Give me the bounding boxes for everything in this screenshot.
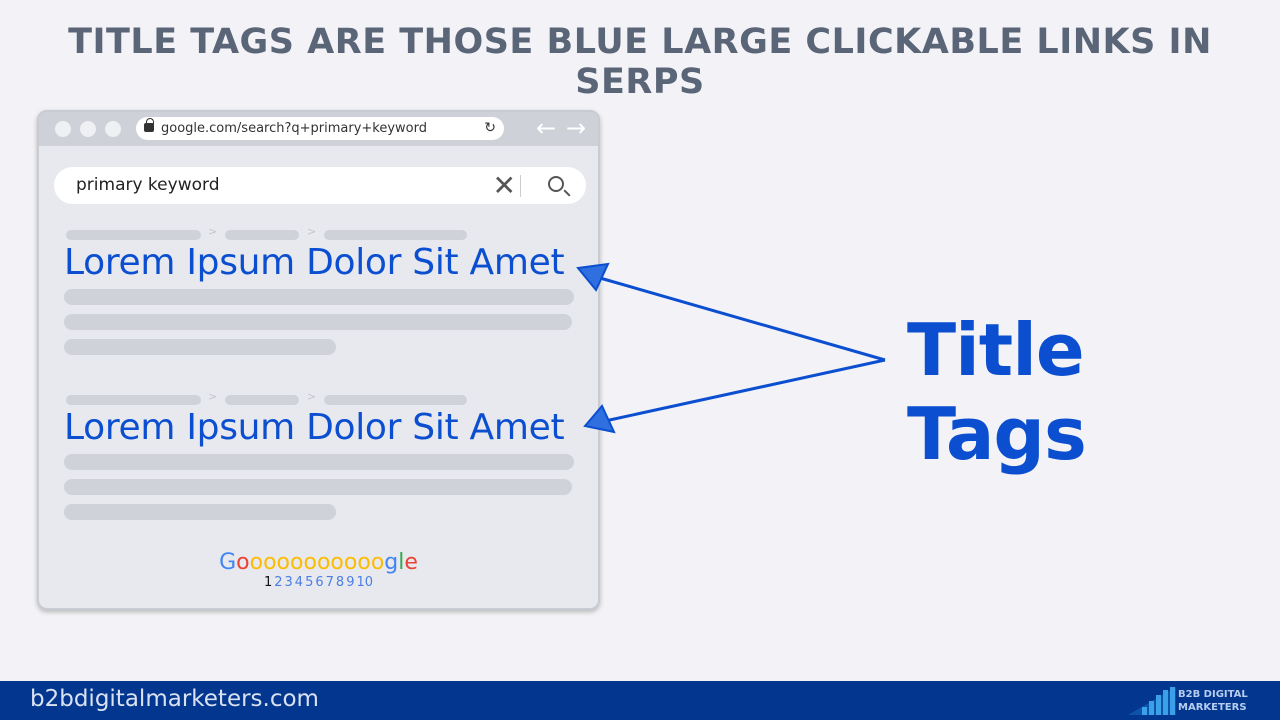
footer: b2bdigitalmarketers.com B2B DIGITAL MARKE… bbox=[0, 681, 1280, 720]
callout-label: Title Tags bbox=[907, 308, 1087, 476]
arrow-line bbox=[599, 276, 886, 362]
logo-text: B2B DIGITAL MARKETERS bbox=[1178, 689, 1248, 713]
logo-bars-icon bbox=[1128, 687, 1176, 715]
arrowhead-icon bbox=[576, 262, 610, 292]
arrow-line bbox=[604, 358, 886, 423]
site-url[interactable]: b2bdigitalmarketers.com bbox=[30, 686, 319, 712]
